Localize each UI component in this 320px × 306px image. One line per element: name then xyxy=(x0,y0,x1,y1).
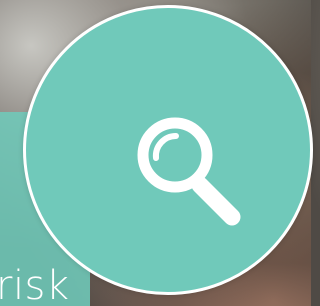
search-button[interactable] xyxy=(23,5,313,295)
panel-heading-text: risk xyxy=(0,263,70,306)
search-icon xyxy=(134,113,254,233)
